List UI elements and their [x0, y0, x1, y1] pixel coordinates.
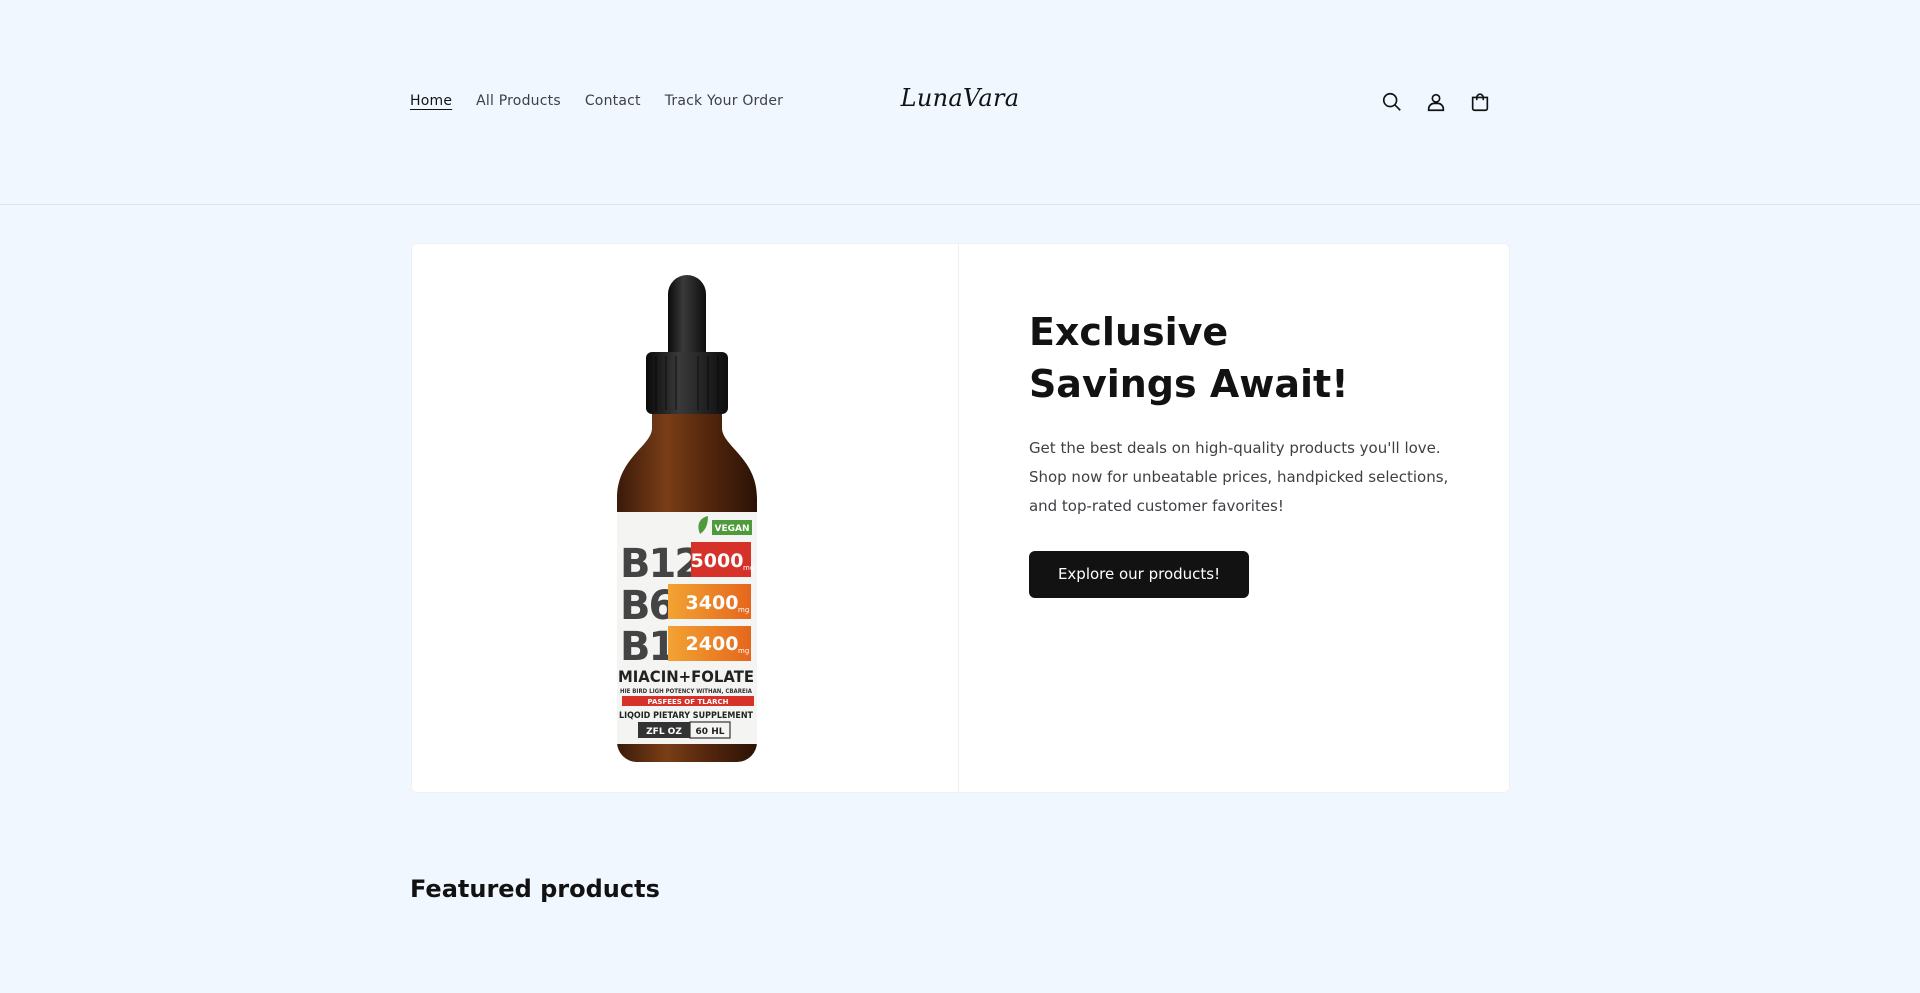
hero-image: VEGAN B12 5000 mg B6 3400 mg B1 2400 mg … [412, 244, 959, 792]
label-line3: PASFEES OF TLARCH [648, 698, 729, 706]
nav-contact[interactable]: Contact [585, 93, 641, 109]
svg-text:mg: mg [738, 647, 749, 655]
site-logo[interactable]: LunaVara [901, 84, 1020, 112]
hero-description: Get the best deals on high-quality produ… [1028, 439, 1449, 515]
dose-b6: 3400 [686, 592, 739, 614]
dose-b12: 5000 [691, 550, 744, 572]
svg-text:mg: mg [743, 564, 754, 572]
label-b1: B1 [620, 624, 674, 670]
site-header: Home All Products Contact Track Your Ord… [0, 0, 1920, 205]
logo-wrap: LunaVara [0, 84, 1920, 112]
label-size1: ZFL OZ [646, 727, 682, 737]
featured-products-heading: Featured products [410, 875, 660, 903]
header-icons [1380, 88, 1492, 116]
account-icon[interactable] [1424, 88, 1448, 116]
hero-title: Exclusive Savings Await! [1028, 310, 1349, 406]
svg-text:mg: mg [738, 606, 749, 614]
label-b12: B12 [620, 541, 700, 587]
vegan-badge: VEGAN [715, 524, 750, 534]
nav-all-products[interactable]: All Products [476, 93, 561, 109]
label-size2: 60 HL [696, 727, 725, 737]
hero-content: Exclusive Savings Await! Get the best de… [959, 244, 1509, 792]
label-line4: LIQOID PIETARY SUPPLEMENT [619, 711, 753, 721]
explore-products-button[interactable]: Explore our products! [1028, 551, 1250, 598]
label-b6: B6 [620, 583, 674, 629]
hero-banner: VEGAN B12 5000 mg B6 3400 mg B1 2400 mg … [411, 243, 1510, 793]
dose-b1: 2400 [686, 633, 739, 655]
cart-icon[interactable] [1468, 88, 1492, 116]
label-line2: HIE BIRD LIGH POTENCY WITHAN, CBAREIA [620, 688, 752, 695]
label-line1: MIACIN+FOLATE [618, 667, 754, 686]
search-icon[interactable] [1380, 88, 1404, 116]
nav-home[interactable]: Home [410, 93, 452, 109]
nav-track-order[interactable]: Track Your Order [665, 93, 783, 109]
main-nav: Home All Products Contact Track Your Ord… [410, 93, 783, 109]
product-bottle-image: VEGAN B12 5000 mg B6 3400 mg B1 2400 mg … [617, 275, 757, 762]
